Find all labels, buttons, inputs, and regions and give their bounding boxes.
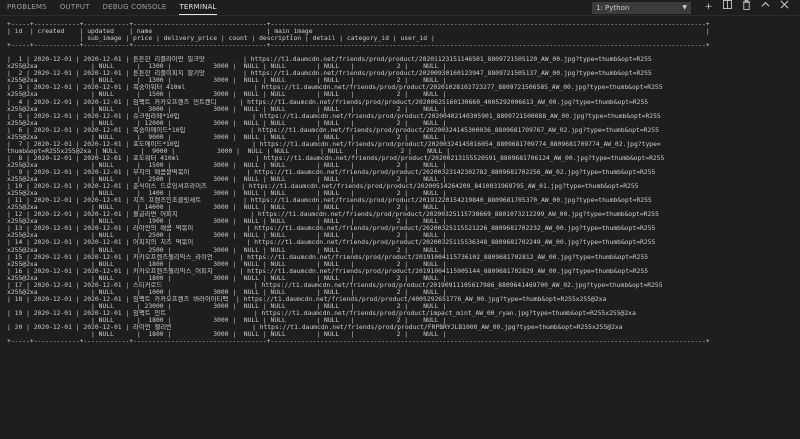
- terminal-line: | 1 | 2020-12-01 | 2020-12-01 | 튼튼한 리플라이…: [7, 56, 652, 64]
- terminal-line: | id | created | updated | name | main_i…: [7, 28, 710, 36]
- terminal-line: x255@2xa | NULL | 1500 | 3000 | NULL | N…: [7, 91, 447, 99]
- terminal-line: | 10 | 2020-12-01 | 2020-12-01 | 춘식이스 드로…: [7, 183, 639, 191]
- terminal-line: x255@2xa | NULL | 9000 | 3000 | NULL | N…: [7, 133, 447, 141]
- terminal-select-value: 1: Python: [596, 3, 630, 12]
- terminal-line: x255@2xa | NULL | 1300 | 3000 | NULL | N…: [7, 63, 447, 71]
- terminal-line: | 8 | 2020-12-01 | 2020-12-01 | 포도워터 410…: [7, 154, 665, 162]
- terminal-line: +-----+------------+------------+-------…: [7, 42, 710, 50]
- close-icon[interactable]: [775, 0, 794, 15]
- terminal-line: x255@2xa | NULL | 3000 | 3000 | NULL | N…: [7, 105, 447, 113]
- terminal-line: x255@2xa | NULL | 1000 | 3000 | NULL | N…: [7, 288, 447, 296]
- terminal-line: | 12 | 2020-12-01 | 2020-12-01 | 볼글라면_어피…: [7, 211, 659, 219]
- terminal-line: | 5 | 2020-12-01 | 2020-12-01 | 슈크림라떼*10…: [7, 112, 661, 120]
- terminal-line: | 13 | 2020-12-01 | 2020-12-01 | 라이언의 매콤…: [7, 225, 656, 233]
- terminal-line: | 9 | 2020-12-01 | 2020-12-01 | 무지의 매콤쌀떡…: [7, 168, 656, 176]
- terminal-select[interactable]: 1: Python ▼: [592, 1, 691, 14]
- terminal-line: | 19 | 2020-12-01 | 2020-12-01 | 임팩트 민트 …: [7, 309, 636, 317]
- terminal-output[interactable]: +-----+------------+------------+-------…: [7, 21, 797, 439]
- terminal-line: | 11 | 2020-12-01 | 2020-12-01 | 치즈 프렌즈인…: [7, 197, 652, 205]
- tab-debug-console[interactable]: DEBUG CONSOLE: [103, 0, 167, 15]
- split-icon[interactable]: [718, 0, 737, 15]
- terminal-line: +-----+------------+------------+-------…: [7, 338, 710, 346]
- terminal-line: | 18 | 2020-12-01 | 2020-12-01 | 임팩트 카카오…: [7, 295, 607, 303]
- terminal-line: | 17 | 2020-12-01 | 2020-12-01 | 스티커로드 |…: [7, 281, 663, 289]
- terminal-line: x255@2xa | NULL | 2500 | 3000 | NULL | N…: [7, 232, 447, 240]
- terminal-line: | NULL | 1800 | 3000 | NULL | NULL | NUL…: [7, 331, 447, 339]
- chevron-down-icon: ▼: [682, 3, 687, 11]
- terminal-line: x255@2xa | NULL | 1400 | 3000 | NULL | N…: [7, 190, 447, 198]
- terminal-line: thumb&opt=R255x255@2xa | NULL | 9000 | 3…: [7, 147, 451, 155]
- panel-tools: 1: Python ▼ +: [592, 0, 794, 15]
- terminal-line: x255@2xa | NULL | 12000 | 3000 | NULL | …: [7, 119, 447, 127]
- terminal-line: | 7 | 2020-12-01 | 2020-12-01 | 포도에이드*10…: [7, 140, 661, 148]
- terminal-line: | 16 | 2020-12-01 | 2020-12-01 | 카카오프렌즈젤…: [7, 267, 649, 275]
- terminal-line: | 20 | 2020-12-01 | 2020-12-01 | 라이언 젤리빈…: [7, 324, 623, 332]
- terminal-line: x255@2xa | NULL | 1500 | 3000 | NULL | N…: [7, 161, 447, 169]
- terminal-line: | 14 | 2020-12-01 | 2020-12-01 | 어피치의 치즈…: [7, 239, 656, 247]
- terminal-line: | 3 | 2020-12-01 | 2020-12-01 | 복숭아워터 41…: [7, 84, 663, 92]
- panel-tabbar: PROBLEMS OUTPUT DEBUG CONSOLE TERMINAL 1…: [0, 0, 800, 16]
- terminal-line: | sub_image | price | delivery_price | c…: [7, 35, 435, 43]
- terminal-line: x255@2xa | NULL | 2500 | 3000 | NULL | N…: [7, 176, 447, 184]
- terminal-line: x255@2xa | NULL | 1900 | 3000 | NULL | N…: [7, 218, 447, 226]
- terminal-line: | NULL | 1800 | 3000 | NULL | NULL | NUL…: [7, 316, 447, 324]
- tab-problems[interactable]: PROBLEMS: [7, 0, 47, 15]
- plus-icon[interactable]: +: [699, 0, 718, 15]
- tab-output[interactable]: OUTPUT: [60, 0, 90, 15]
- tab-terminal[interactable]: TERMINAL: [179, 0, 217, 15]
- terminal-line: | 15 | 2020-12-01 | 2020-12-01 | 카카오프렌즈젤…: [7, 253, 649, 261]
- chevron-up-icon[interactable]: [756, 0, 775, 15]
- terminal-line: | 2 | 2020-12-01 | 2020-12-01 | 튼튼한 리플이피…: [7, 70, 652, 78]
- terminal-line: x255@2xa | NULL | 1300 | 3000 | NULL | N…: [7, 77, 447, 85]
- terminal-line: | NULL | 23000 | 3000 | NULL | NULL | NU…: [7, 302, 447, 310]
- terminal-line: x255@2xa | NULL | 1800 | 3000 | NULL | N…: [7, 260, 447, 268]
- terminal-line: x255@2xa | NULL | 2500 | 3000 | NULL | N…: [7, 246, 447, 254]
- terminal-line: x255@2xa | NULL | 14000 | 3000 | NULL | …: [7, 204, 447, 212]
- trash-icon[interactable]: [737, 0, 756, 15]
- terminal-line: | 4 | 2020-12-01 | 2020-12-01 | 임팩트 카카오프…: [7, 98, 649, 106]
- terminal-line: +-----+------------+------------+-------…: [7, 21, 710, 28]
- terminal-line: | 6 | 2020-12-01 | 2020-12-01 | 복숭아에이드*1…: [7, 126, 659, 134]
- terminal-line: x255@2xa | NULL | 1800 | 3000 | NULL | N…: [7, 274, 447, 282]
